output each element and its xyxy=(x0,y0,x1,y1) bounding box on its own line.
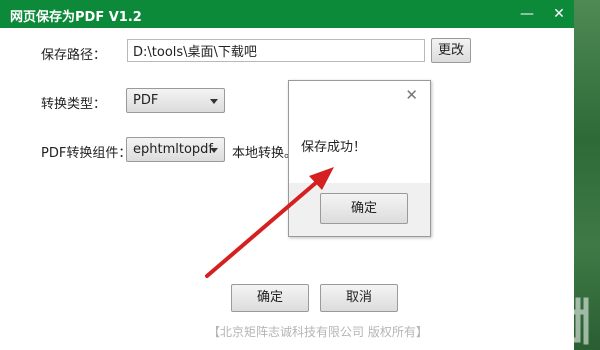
copyright-text: 【北京矩阵志诚科技有限公司 版权所有】 xyxy=(208,325,428,339)
dialog-message: 保存成功！ xyxy=(301,140,367,155)
change-path-button[interactable]: 更改 xyxy=(431,38,471,63)
desktop-background xyxy=(574,0,600,350)
convert-type-select[interactable]: PDF xyxy=(126,88,225,113)
component-select[interactable]: ephtmltopdf xyxy=(126,137,225,162)
success-dialog: ✕ 保存成功！ 确定 xyxy=(288,80,431,237)
component-value: ephtmltopdf xyxy=(133,142,213,157)
dropdown-caret-icon xyxy=(210,99,218,104)
dropdown-caret-icon xyxy=(210,148,218,153)
dialog-footer: 确定 xyxy=(289,183,430,236)
convert-type-value: PDF xyxy=(133,93,159,108)
ok-button[interactable]: 确定 xyxy=(231,284,309,312)
cancel-button[interactable]: 取消 xyxy=(320,284,398,312)
component-label: PDF转换组件： xyxy=(41,146,132,161)
dialog-ok-button[interactable]: 确定 xyxy=(320,193,408,224)
save-path-input[interactable] xyxy=(127,39,425,62)
dialog-close-icon[interactable]: ✕ xyxy=(405,86,418,104)
main-window: 网页保存为PDF V1.2 — ✕ 保存路径： 更改 转换类型： PDF PDF… xyxy=(0,0,574,350)
close-icon[interactable]: ✕ xyxy=(548,4,570,24)
window-title: 网页保存为PDF V1.2 xyxy=(10,10,142,25)
convert-type-label: 转换类型： xyxy=(41,97,107,112)
title-bar[interactable]: 网页保存为PDF V1.2 — ✕ xyxy=(0,0,574,28)
save-path-label: 保存路径： xyxy=(41,48,107,63)
minimize-icon[interactable]: — xyxy=(516,4,538,24)
